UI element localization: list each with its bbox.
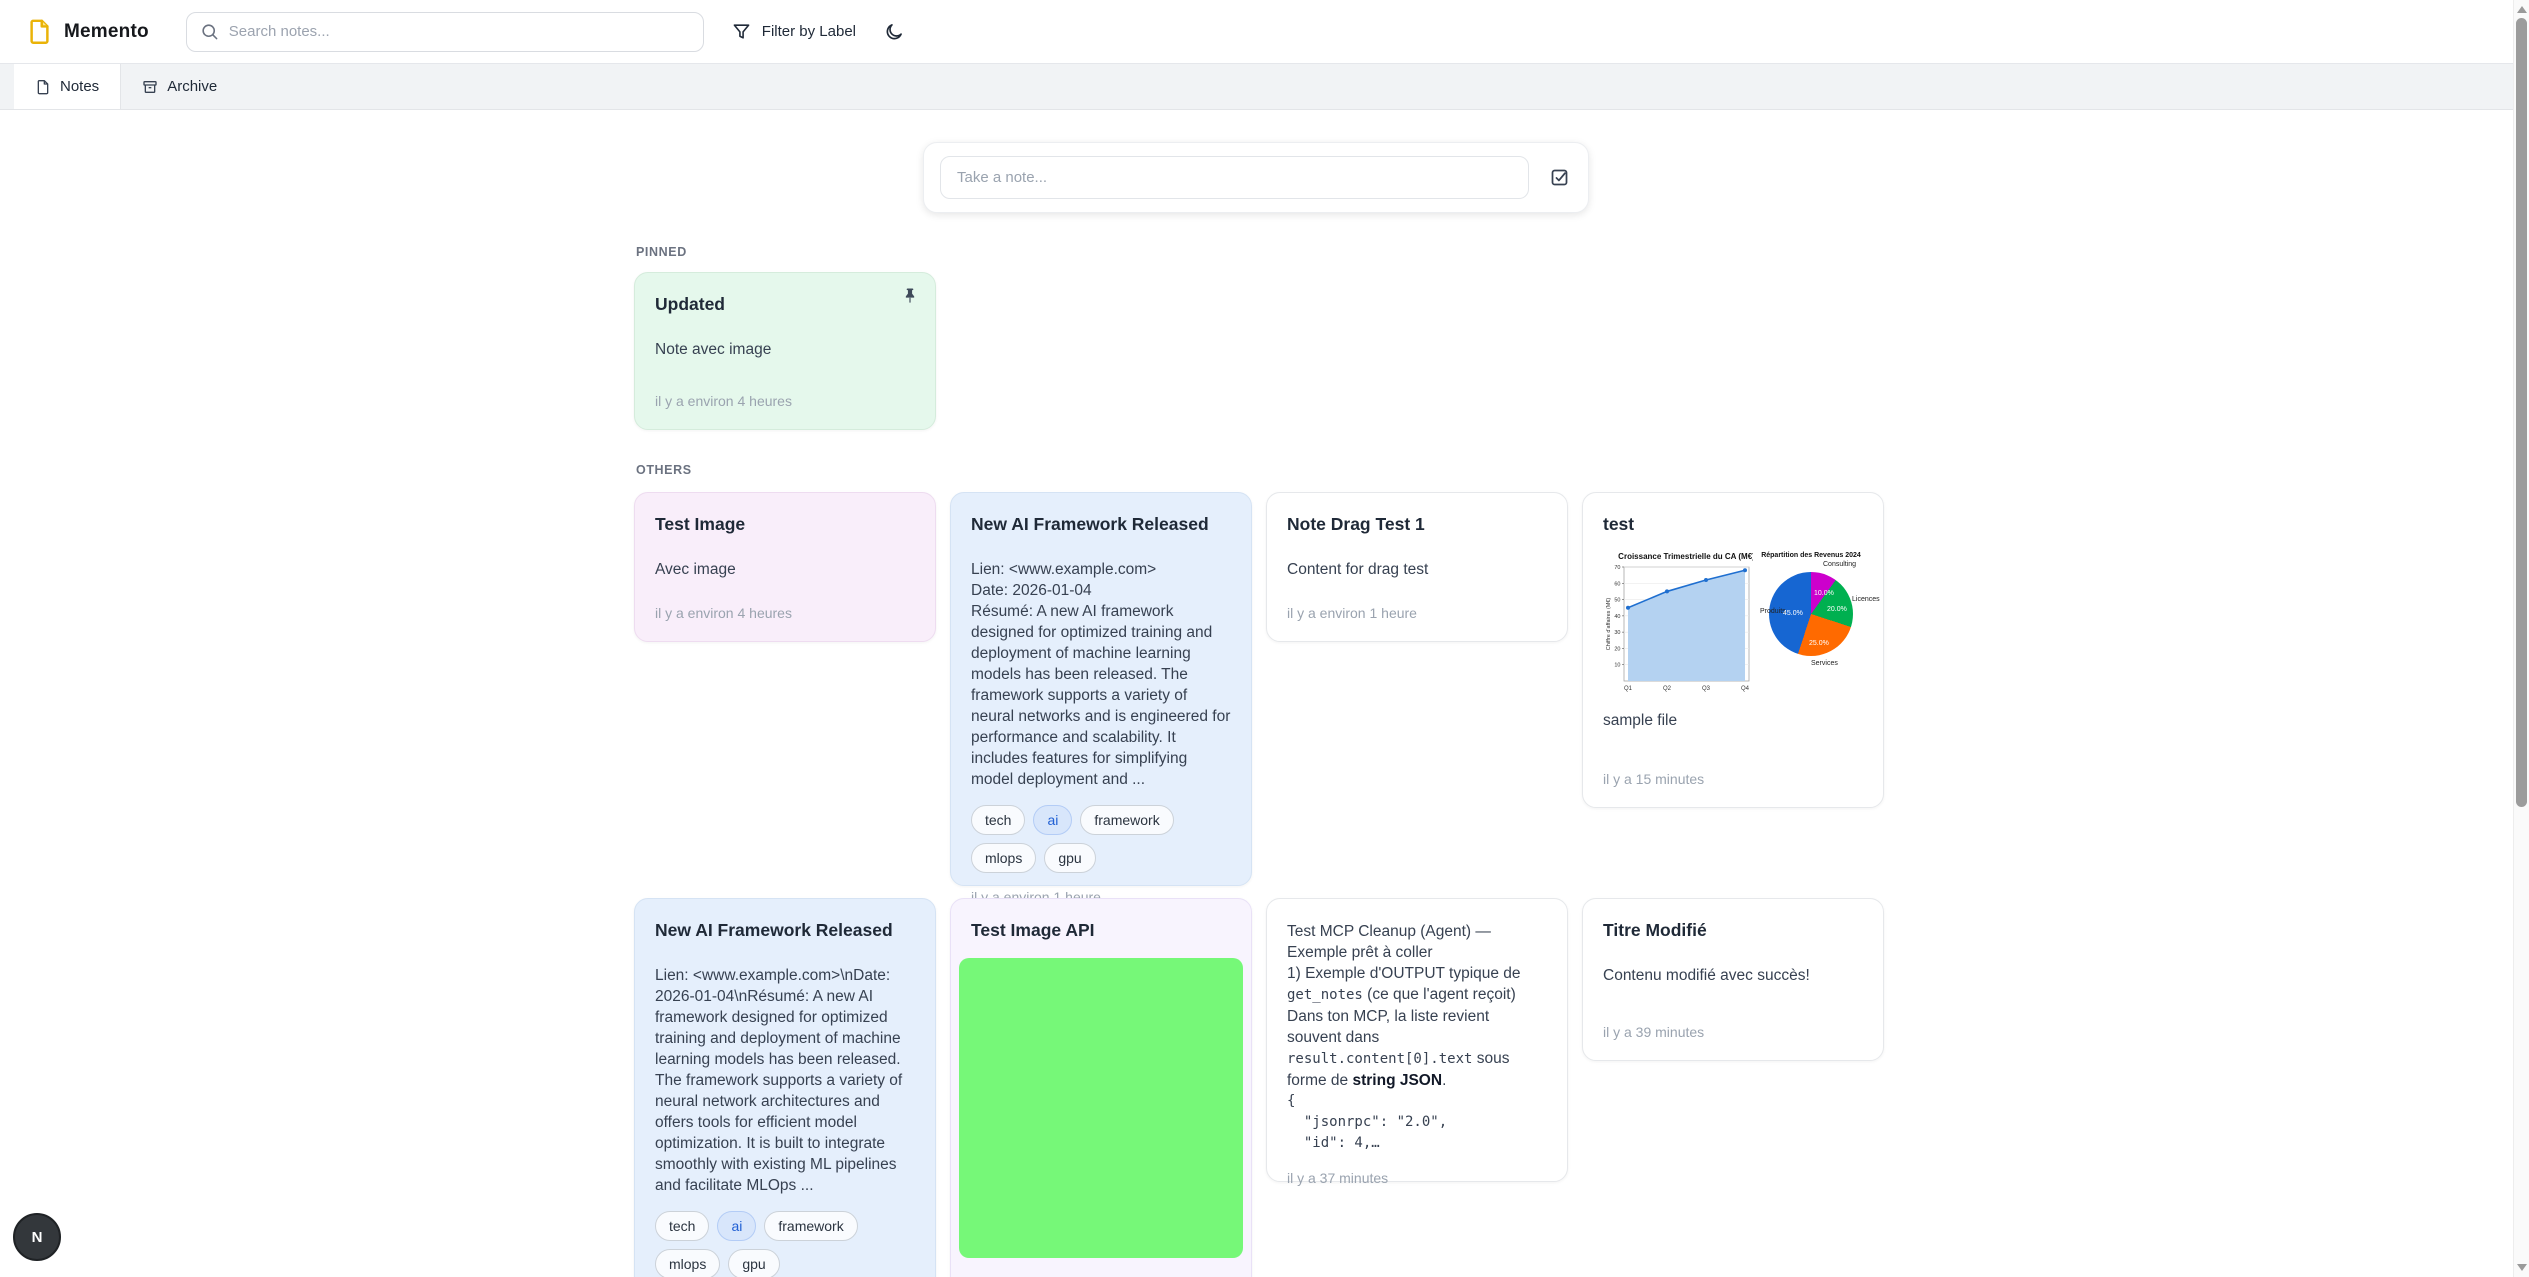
funnel-icon xyxy=(732,22,751,41)
card-title: Updated xyxy=(655,293,915,316)
others-section-label: OTHERS xyxy=(636,463,692,477)
card-timestamp: il y a environ 4 heures xyxy=(655,589,915,621)
search-input[interactable] xyxy=(186,12,704,52)
tab-notes[interactable]: Notes xyxy=(14,64,121,109)
user-avatar[interactable]: N xyxy=(13,1213,61,1261)
card-title: New AI Framework Released xyxy=(655,919,915,942)
app-logo-file-icon xyxy=(26,18,53,45)
tag-gpu[interactable]: gpu xyxy=(728,1249,779,1277)
take-a-note-input[interactable] xyxy=(940,156,1529,199)
code-line: "id": 4,… xyxy=(1287,1133,1547,1154)
tag-framework[interactable]: framework xyxy=(764,1211,857,1241)
inline-code: result.content[0].text xyxy=(1287,1051,1472,1067)
card-timestamp: il y a 39 minutes xyxy=(1603,1008,1863,1040)
tab-archive[interactable]: Archive xyxy=(121,64,238,109)
card-body: Lien: <www.example.com>\nDate: 2026-01-0… xyxy=(655,965,915,1196)
card-timestamp: il y a environ 1 heure xyxy=(1287,589,1547,621)
card-body: Test MCP Cleanup (Agent) — Exemple prêt … xyxy=(1287,921,1547,1154)
note-card-test-image-api[interactable]: Test Image API xyxy=(950,898,1252,1277)
card-title: Titre Modifié xyxy=(1603,919,1863,942)
code-line: { xyxy=(1287,1091,1547,1112)
tag-tech[interactable]: tech xyxy=(655,1211,709,1241)
card-body: Avec image xyxy=(655,559,915,580)
tab-archive-label: Archive xyxy=(167,78,217,95)
svg-text:60: 60 xyxy=(1614,581,1620,587)
others-row-1: Test Image Avec image il y a environ 4 h… xyxy=(634,492,1884,886)
dark-mode-toggle[interactable] xyxy=(882,20,906,44)
note-card-ai-framework-1[interactable]: New AI Framework Released Lien: <www.exa… xyxy=(950,492,1252,886)
memento-app: Memento Filter by Label Notes xyxy=(0,0,2529,1277)
tag-mlops[interactable]: mlops xyxy=(971,843,1036,873)
line-chart-image: Croissance Trimestrielle du CA (M€) Chiff… xyxy=(1603,548,1753,700)
note-image-green xyxy=(959,958,1243,1258)
card-timestamp: il y a 15 minutes xyxy=(1603,755,1863,787)
tab-notes-label: Notes xyxy=(60,78,99,95)
svg-text:70: 70 xyxy=(1614,565,1620,571)
card-title: New AI Framework Released xyxy=(971,513,1231,536)
card-body: Contenu modifié avec succès! xyxy=(1603,965,1863,986)
others-row-2: New AI Framework Released Lien: <www.exa… xyxy=(634,898,1884,1277)
search-icon xyxy=(200,22,219,41)
card-body: Content for drag test xyxy=(1287,559,1547,580)
header: Memento Filter by Label xyxy=(0,0,2529,63)
pinned-row: Updated Note avec image il y a environ 4… xyxy=(634,272,936,430)
tag-framework[interactable]: framework xyxy=(1080,805,1173,835)
scroll-up-arrow[interactable] xyxy=(2517,6,2527,13)
card-title: Test Image API xyxy=(971,919,1231,942)
tag-ai[interactable]: ai xyxy=(717,1211,756,1241)
note-card-mcp-cleanup[interactable]: Test MCP Cleanup (Agent) — Exemple prêt … xyxy=(1266,898,1568,1182)
scrollbar-thumb[interactable] xyxy=(2516,18,2527,807)
tag-list: tech ai framework mlops gpu xyxy=(655,1211,915,1277)
svg-text:Croissance Trimestrielle du CA: Croissance Trimestrielle du CA (M€) xyxy=(1618,552,1753,561)
checkbox-icon[interactable] xyxy=(1549,167,1570,188)
archive-box-icon xyxy=(142,79,158,95)
svg-text:Q2: Q2 xyxy=(1663,686,1672,692)
vertical-scrollbar[interactable] xyxy=(2513,0,2529,1277)
app-title: Memento xyxy=(64,21,149,43)
svg-text:30: 30 xyxy=(1614,630,1620,636)
card-body: sample file xyxy=(1603,710,1863,731)
pinned-section-label: PINNED xyxy=(636,245,687,259)
svg-text:40: 40 xyxy=(1614,614,1620,620)
svg-text:10: 10 xyxy=(1614,663,1620,669)
card-timestamp: il y a 37 minutes xyxy=(1287,1154,1547,1186)
moon-icon xyxy=(884,22,904,42)
note-card-drag-test[interactable]: Note Drag Test 1 Content for drag test i… xyxy=(1266,492,1568,642)
avatar-initial: N xyxy=(32,1229,43,1246)
card-body: Note avec image xyxy=(655,339,915,360)
filter-by-label-button[interactable]: Filter by Label xyxy=(732,22,856,41)
note-card-test-image[interactable]: Test Image Avec image il y a environ 4 h… xyxy=(634,492,936,642)
svg-text:50: 50 xyxy=(1614,598,1620,604)
card-title: Test Image xyxy=(655,513,915,536)
note-card-ai-framework-2[interactable]: New AI Framework Released Lien: <www.exa… xyxy=(634,898,936,1277)
tag-gpu[interactable]: gpu xyxy=(1044,843,1095,873)
scroll-down-arrow[interactable] xyxy=(2517,1264,2527,1271)
tab-bar: Notes Archive xyxy=(0,63,2529,110)
filter-by-label-text: Filter by Label xyxy=(762,23,856,40)
note-card-updated[interactable]: Updated Note avec image il y a environ 4… xyxy=(634,272,936,430)
svg-text:Q1: Q1 xyxy=(1624,686,1633,692)
inline-code: get_notes xyxy=(1287,987,1363,1003)
svg-text:Q3: Q3 xyxy=(1702,686,1711,692)
svg-text:Q4: Q4 xyxy=(1741,686,1750,692)
svg-text:Chiffre d'affaires (M€): Chiffre d'affaires (M€) xyxy=(1606,598,1612,651)
tag-list: tech ai framework mlops gpu xyxy=(971,805,1231,873)
pin-icon[interactable] xyxy=(900,286,920,306)
card-timestamp: il y a environ 4 heures xyxy=(655,377,915,409)
search-box xyxy=(186,12,704,52)
note-card-titre-modifie[interactable]: Titre Modifié Contenu modifié avec succè… xyxy=(1582,898,1884,1061)
card-title: test xyxy=(1603,513,1863,536)
chart-thumbnails: Croissance Trimestrielle du CA (M€) Chiff… xyxy=(1603,548,1863,700)
pie-chart-image: Répartition des Revenus 2024Consulting10… xyxy=(1759,548,1863,700)
svg-text:20: 20 xyxy=(1614,646,1620,652)
card-title: Note Drag Test 1 xyxy=(1287,513,1547,536)
code-line: "jsonrpc": "2.0", xyxy=(1287,1112,1547,1133)
note-composer xyxy=(923,142,1589,213)
tag-mlops[interactable]: mlops xyxy=(655,1249,720,1277)
card-body: Lien: <www.example.com> Date: 2026-01-04… xyxy=(971,559,1231,790)
tag-tech[interactable]: tech xyxy=(971,805,1025,835)
note-file-icon xyxy=(35,79,51,95)
note-card-test-charts[interactable]: test Croissance Trimestrielle du CA (M€)… xyxy=(1582,492,1884,808)
tag-ai[interactable]: ai xyxy=(1033,805,1072,835)
